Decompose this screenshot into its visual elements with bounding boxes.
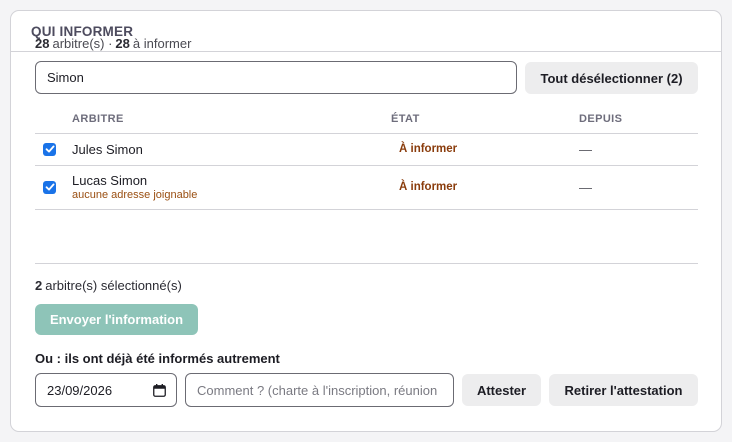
divider <box>35 263 698 264</box>
attest-button[interactable]: Attester <box>462 374 541 406</box>
state-badge: À informer <box>391 165 579 210</box>
referee-name: Jules Simon <box>72 141 143 157</box>
header-checkbox-column <box>35 106 72 134</box>
total-count-label: arbitre(s) · <box>52 36 113 51</box>
date-input[interactable]: 23/09/2026 <box>35 373 177 407</box>
referee-name-cell: Jules Simon <box>72 133 391 166</box>
referee-counts: 28 arbitre(s) · 28 à informer <box>35 36 191 51</box>
total-count: 28 <box>35 36 50 51</box>
row-checkbox-cell <box>35 165 72 210</box>
selected-count: 2 <box>35 278 43 293</box>
referee-table: ARBITRE ÉTAT DEPUIS Jules Simon À inform… <box>35 106 698 210</box>
remove-attestation-button[interactable]: Retirer l'attestation <box>549 374 698 406</box>
calendar-icon[interactable] <box>153 383 166 397</box>
referee-name-cell: Lucas Simon aucune adresse joignable <box>72 165 391 210</box>
alternative-label: Ou : ils ont déjà été informés autrement <box>35 351 280 366</box>
date-value: 23/09/2026 <box>47 382 113 398</box>
table-row: Jules Simon À informer — <box>35 133 698 166</box>
table-row: Lucas Simon aucune adresse joignable À i… <box>35 165 698 210</box>
checkbox-checked-icon <box>45 145 54 153</box>
referee-name: Lucas Simon <box>72 173 148 188</box>
row-checkbox-cell <box>35 133 72 166</box>
since-value: — <box>579 133 698 166</box>
checkbox-checked-icon <box>45 183 54 191</box>
send-information-button[interactable]: Envoyer l'information <box>35 304 198 335</box>
row-checkbox[interactable] <box>43 142 56 156</box>
selected-count-label: arbitre(s) sélectionné(s) <box>45 278 182 293</box>
search-input[interactable] <box>35 61 517 94</box>
state-badge: À informer <box>391 133 579 166</box>
referee-warning-note: aucune adresse joignable <box>72 189 198 201</box>
selection-summary: 2 arbitre(s) sélectionné(s) <box>35 278 182 293</box>
header-depuis: DEPUIS <box>579 106 698 134</box>
deselect-all-button[interactable]: Tout désélectionner (2) <box>525 62 698 94</box>
comment-input[interactable] <box>185 373 454 407</box>
header-arbitre: ARBITRE <box>72 106 391 134</box>
qui-informer-panel: QUI INFORMER 28 arbitre(s) · 28 à inform… <box>10 10 722 432</box>
row-checkbox[interactable] <box>43 180 56 194</box>
since-value: — <box>579 165 698 210</box>
table-header-row: ARBITRE ÉTAT DEPUIS <box>35 106 698 134</box>
to-inform-count: 28 <box>115 36 130 51</box>
header-etat: ÉTAT <box>391 106 579 134</box>
to-inform-label: à informer <box>132 36 192 51</box>
